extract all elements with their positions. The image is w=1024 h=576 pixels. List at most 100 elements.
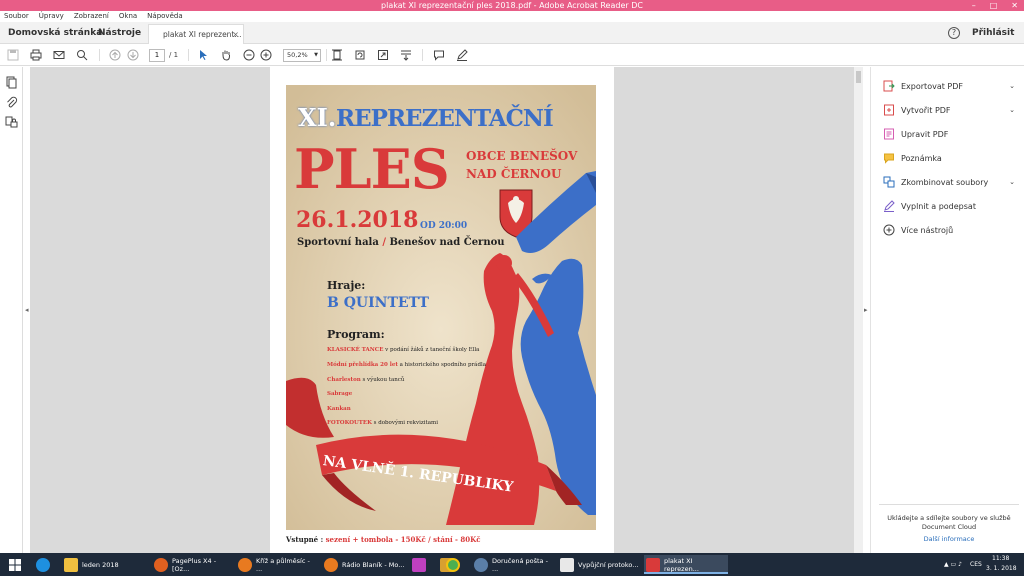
folder-icon bbox=[64, 557, 78, 572]
taskbar-ie[interactable] bbox=[34, 555, 56, 574]
tool-more-tools[interactable]: Více nástrojů bbox=[883, 222, 1019, 238]
zoom-in-icon[interactable] bbox=[259, 48, 273, 62]
program-item-highlight: KLASICKÉ TANCE bbox=[327, 347, 384, 353]
input-language[interactable]: CES bbox=[970, 561, 982, 568]
poster-venue-a: Sportovní hala bbox=[297, 237, 379, 248]
scrollbar-thumb[interactable] bbox=[856, 71, 861, 83]
tool-edit-pdf[interactable]: Upravit PDF bbox=[883, 126, 1019, 142]
help-icon[interactable]: ? bbox=[948, 27, 960, 39]
search-icon[interactable] bbox=[75, 48, 89, 62]
tool-combine-files[interactable]: Zkombinovat soubory ⌄ bbox=[883, 174, 1019, 190]
taskbar-item-label: Doručená pošta - ... bbox=[492, 556, 548, 573]
page-down-icon[interactable] bbox=[126, 48, 140, 62]
active-indicator bbox=[644, 572, 728, 574]
chevron-down-icon[interactable]: ⌄ bbox=[1009, 82, 1015, 90]
taskbar-pinned-app[interactable] bbox=[410, 555, 432, 574]
windows-logo-icon bbox=[9, 558, 21, 571]
windows-taskbar: leden 2018 PagePlus X4 - [Oz... Kříž a p… bbox=[0, 553, 1024, 576]
tray-icons[interactable]: ▲ ▭ ♪ bbox=[944, 561, 962, 568]
document-icon bbox=[560, 557, 574, 572]
taskbar-item[interactable]: Rádio Blaník - Mo... bbox=[322, 555, 406, 574]
collapse-right-icon[interactable]: ▸ bbox=[864, 306, 868, 314]
menu-okna[interactable]: Okna bbox=[119, 11, 137, 22]
tool-create-pdf[interactable]: Vytvořit PDF ⌄ bbox=[883, 102, 1019, 118]
menu-bar: Soubor Úpravy Zobrazení Okna Nápověda bbox=[0, 11, 1024, 22]
tab-tools[interactable]: Nástroje bbox=[98, 22, 141, 44]
collapse-left-icon[interactable]: ◂ bbox=[25, 306, 29, 314]
hand-icon[interactable] bbox=[219, 48, 233, 62]
vertical-scrollbar[interactable] bbox=[854, 67, 863, 553]
minimize-icon[interactable]: – bbox=[972, 0, 976, 11]
maximize-icon[interactable]: □ bbox=[990, 0, 998, 11]
poster-venue: Sportovní hala / Benešov nad Černou bbox=[297, 237, 505, 248]
chevron-down-icon: ▼ bbox=[314, 52, 318, 58]
scroll-mode-icon[interactable] bbox=[399, 48, 413, 62]
taskbar-item[interactable]: Kříž a půlměsíc - ... bbox=[236, 555, 318, 574]
taskbar-item[interactable]: leden 2018 bbox=[62, 555, 148, 574]
taskbar-item[interactable]: Doručená pošta - ... bbox=[472, 555, 554, 574]
clock-date[interactable]: 3. 1. 2018 bbox=[986, 565, 1017, 572]
taskbar-chrome[interactable] bbox=[444, 555, 466, 574]
start-button[interactable] bbox=[6, 555, 28, 574]
chevron-down-icon[interactable]: ⌄ bbox=[1009, 178, 1015, 186]
page-number-input[interactable]: 1 bbox=[149, 49, 165, 62]
program-item-highlight: Charleston bbox=[327, 377, 361, 383]
tool-label: Více nástrojů bbox=[901, 225, 954, 235]
menu-napoveda[interactable]: Nápověda bbox=[147, 11, 182, 22]
menu-upravy[interactable]: Úpravy bbox=[39, 11, 64, 22]
tab-document[interactable]: plakat XI reprezent... × bbox=[148, 24, 244, 44]
document-viewport[interactable]: XI. REPREZENTAČNÍ PLES OBCE BENEŠOV NAD … bbox=[30, 67, 854, 553]
chrome-icon bbox=[446, 557, 460, 572]
tab-home[interactable]: Domovská stránka bbox=[8, 22, 102, 44]
attachment-icon[interactable] bbox=[5, 96, 18, 109]
edit-pdf-icon bbox=[884, 128, 894, 140]
save-icon[interactable] bbox=[6, 48, 20, 62]
close-icon[interactable]: ✕ bbox=[1011, 0, 1018, 11]
full-screen-icon[interactable] bbox=[376, 48, 390, 62]
rotate-icon[interactable] bbox=[353, 48, 367, 62]
taskbar-item-active[interactable]: plakat XI reprezen... bbox=[644, 555, 728, 574]
poster-title-big: PLES bbox=[294, 137, 450, 201]
tool-comment[interactable]: Poznámka bbox=[883, 150, 1019, 166]
print-icon[interactable] bbox=[29, 48, 43, 62]
tool-fill-sign[interactable]: Vyplnit a podepsat bbox=[883, 198, 1019, 214]
window-controls: – □ ✕ bbox=[972, 0, 1018, 11]
taskbar-item-label: Vypůjční protoko... bbox=[578, 560, 639, 569]
firefox-icon bbox=[238, 557, 252, 572]
lock-icon[interactable] bbox=[5, 116, 18, 129]
learn-more-link[interactable]: Další informace bbox=[879, 535, 1019, 543]
tool-label: Upravit PDF bbox=[901, 129, 949, 139]
window-title-bar: plakat XI reprezentační ples 2018.pdf - … bbox=[0, 0, 1024, 11]
entry-label: Vstupné : bbox=[286, 535, 324, 544]
select-cursor-icon[interactable] bbox=[196, 48, 210, 62]
page-up-icon[interactable] bbox=[108, 48, 122, 62]
menu-soubor[interactable]: Soubor bbox=[4, 11, 29, 22]
comment-icon[interactable] bbox=[432, 48, 446, 62]
program-item-highlight: Kankan bbox=[327, 406, 351, 412]
page-thumbnails-icon[interactable] bbox=[5, 76, 18, 89]
comment-bubble-icon bbox=[884, 153, 894, 164]
program-item: Módní přehlídka 20 let a historického sp… bbox=[327, 362, 486, 368]
window-title: plakat XI reprezentační ples 2018.pdf - … bbox=[381, 1, 643, 10]
taskbar-item[interactable]: Vypůjční protoko... bbox=[558, 555, 640, 574]
tool-label: Vyplnit a podepsat bbox=[901, 201, 976, 211]
fit-page-icon[interactable] bbox=[330, 48, 344, 62]
tab-close-icon[interactable]: × bbox=[232, 25, 239, 45]
program-item-text: a historického spodního prádla bbox=[397, 362, 487, 368]
panel-divider bbox=[879, 504, 1019, 505]
chevron-down-icon[interactable]: ⌄ bbox=[1009, 106, 1015, 114]
poster-band-label: Hraje: bbox=[327, 279, 366, 292]
toolbar-separator bbox=[99, 49, 100, 61]
tool-export-pdf[interactable]: Exportovat PDF ⌄ bbox=[883, 78, 1019, 94]
clock-time[interactable]: 11:38 bbox=[992, 555, 1009, 562]
paint-icon bbox=[412, 557, 426, 572]
program-item: Charleston s výukou tanců bbox=[327, 377, 404, 383]
signin-link[interactable]: Přihlásit se bbox=[972, 22, 1024, 60]
pen-icon[interactable] bbox=[455, 48, 469, 62]
taskbar-item[interactable]: PagePlus X4 - [Oz... bbox=[152, 555, 232, 574]
zoom-select[interactable]: 50,2% ▼ bbox=[283, 49, 321, 62]
menu-zobrazeni[interactable]: Zobrazení bbox=[74, 11, 109, 22]
mail-icon[interactable] bbox=[52, 48, 66, 62]
zoom-out-icon[interactable] bbox=[242, 48, 256, 62]
poster-town-line2: NAD ČERNOU bbox=[466, 167, 562, 181]
